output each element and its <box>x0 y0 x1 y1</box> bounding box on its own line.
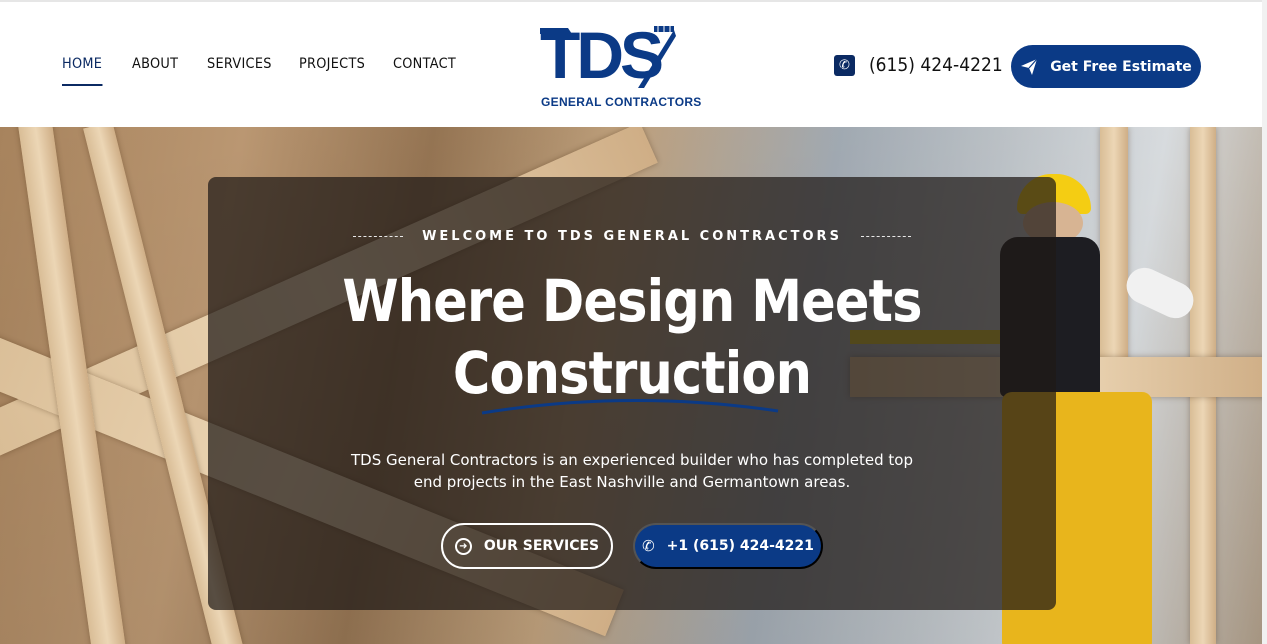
call-phone-button[interactable]: ✆ +1 (615) 424-4221 <box>633 523 823 569</box>
paper-plane-icon <box>1021 58 1038 75</box>
eyebrow-dash-right <box>860 236 911 237</box>
hero-eyebrow: WELCOME TO TDS GENERAL CONTRACTORS <box>422 229 842 244</box>
phone-square-icon: ✆ <box>834 54 855 76</box>
get-free-estimate-button[interactable]: Get Free Estimate <box>1011 45 1201 88</box>
eyebrow-row: WELCOME TO TDS GENERAL CONTRACTORS <box>208 229 1056 244</box>
logo-subtitle: GENERAL CONTRACTORS <box>541 95 702 109</box>
our-services-label: OUR SERVICES <box>483 538 600 554</box>
nav-home[interactable]: HOME <box>62 56 102 86</box>
blueprint-roll <box>1120 261 1200 325</box>
logo-hammer-icon <box>540 28 572 34</box>
header-phone[interactable]: ✆ (615) 424-4221 <box>834 54 1018 76</box>
page-scrollbar[interactable] <box>1262 0 1267 644</box>
hero-section: WELCOME TO TDS GENERAL CONTRACTORS Where… <box>0 127 1267 644</box>
site-logo[interactable]: TDS GENERAL CONTRACTORS <box>538 20 701 112</box>
eyebrow-dash-left <box>353 236 404 237</box>
phone-ringing-icon: ✆ <box>642 537 655 555</box>
nav-contact[interactable]: CONTACT <box>393 56 456 86</box>
hero-panel: WELCOME TO TDS GENERAL CONTRACTORS Where… <box>208 177 1056 610</box>
nav-projects[interactable]: PROJECTS <box>299 56 365 86</box>
headline-line-1: Where Design Meets <box>342 267 922 335</box>
site-header: HOME ABOUT SERVICES PROJECTS CONTACT TDS… <box>0 0 1267 127</box>
our-services-button[interactable]: ➜ OUR SERVICES <box>441 523 613 569</box>
nav-services[interactable]: SERVICES <box>207 56 272 86</box>
nav-about[interactable]: ABOUT <box>132 56 178 86</box>
call-phone-label: +1 (615) 424-4221 <box>666 538 814 554</box>
get-free-estimate-label: Get Free Estimate <box>1050 58 1192 75</box>
headline-underline-swoosh <box>481 399 779 415</box>
arrow-circle-right-icon: ➜ <box>454 537 472 555</box>
logo-square-ruler-icon <box>638 26 676 88</box>
hero-headline: Where Design Meets Construction <box>259 265 1005 409</box>
header-phone-number: (615) 424-4221 <box>869 54 1003 76</box>
hero-description: TDS General Contractors is an experience… <box>351 451 913 491</box>
